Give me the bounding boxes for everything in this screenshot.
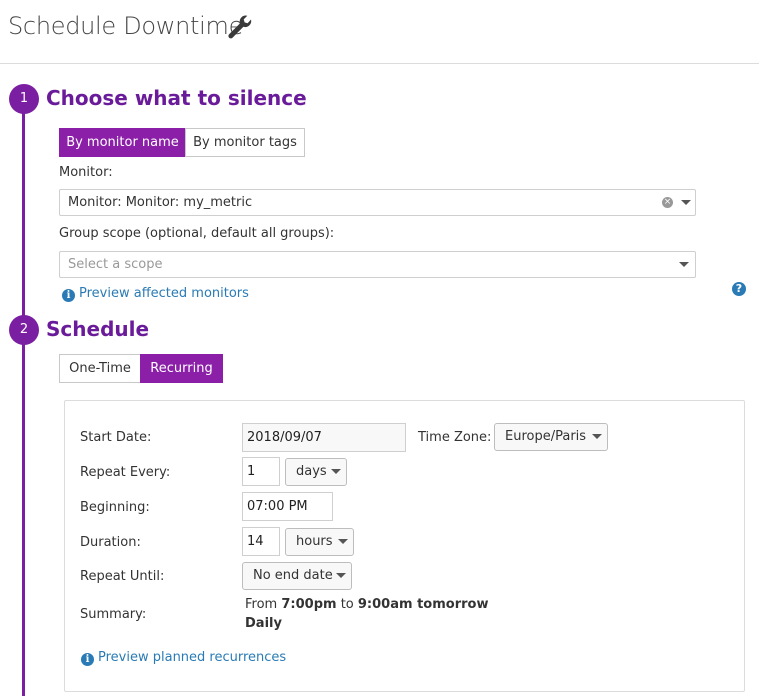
chevron-down-icon (331, 469, 341, 474)
help-icon[interactable]: ? (732, 282, 746, 296)
steps-rail (22, 112, 25, 696)
monitor-select-value: Monitor: Monitor: my_metric (68, 195, 253, 210)
start-date-input[interactable]: 2018/09/07 (242, 423, 406, 452)
chevron-down-icon[interactable] (679, 262, 689, 267)
chevron-down-icon (592, 434, 602, 439)
chevron-down-icon (338, 539, 348, 544)
monitor-select[interactable]: Monitor: Monitor: my_metric × (59, 189, 696, 216)
step-title-schedule: Schedule (46, 317, 150, 341)
scope-select[interactable]: Select a scope (59, 251, 696, 278)
recurring-panel: Start Date: 2018/09/07 Time Zone: Europe… (64, 400, 745, 692)
beginning-time-input[interactable]: 07:00 PM (242, 492, 333, 521)
chevron-down-icon[interactable] (681, 200, 691, 205)
info-icon: i (62, 289, 75, 302)
repeat-every-unit-select[interactable]: days (285, 458, 347, 486)
tab-by-monitor-tags[interactable]: By monitor tags (185, 128, 305, 157)
step-title-choose: Choose what to silence (46, 86, 307, 110)
preview-affected-monitors-link[interactable]: i Preview affected monitors (62, 286, 249, 302)
repeat-until-select[interactable]: No end date (242, 562, 352, 590)
summary-from: From (245, 597, 278, 612)
repeat-until-value: No end date (253, 568, 333, 583)
duration-unit-value: hours (296, 534, 333, 549)
repeat-until-label: Repeat Until: (80, 569, 165, 584)
summary-start-time: 7:00pm (281, 597, 337, 612)
clear-icon[interactable]: × (662, 197, 673, 208)
repeat-every-label: Repeat Every: (80, 465, 171, 480)
summary-to: to (340, 597, 354, 612)
repeat-every-input[interactable]: 1 (242, 457, 280, 486)
summary-label: Summary: (80, 607, 147, 622)
tab-recurring[interactable]: Recurring (140, 354, 223, 383)
monitor-label: Monitor: (59, 165, 113, 180)
duration-label: Duration: (80, 535, 141, 550)
page-title: Schedule Downtime (8, 12, 244, 40)
page-header: Schedule Downtime (0, 0, 759, 64)
step-number-1: 1 (9, 84, 39, 114)
repeat-every-unit-value: days (296, 464, 327, 479)
group-scope-label: Group scope (optional, default all group… (59, 226, 335, 241)
preview-affected-monitors-text: Preview affected monitors (79, 286, 249, 301)
time-zone-select[interactable]: Europe/Paris (494, 423, 608, 451)
tab-by-monitor-name[interactable]: By monitor name (59, 128, 186, 157)
time-zone-label: Time Zone: (418, 430, 492, 445)
time-zone-value: Europe/Paris (505, 429, 587, 444)
beginning-label: Beginning: (80, 500, 150, 515)
wrench-icon (228, 15, 252, 39)
tab-one-time[interactable]: One-Time (59, 354, 141, 383)
summary-frequency: Daily (245, 616, 282, 631)
preview-recurrences-link[interactable]: i Preview planned recurrences (81, 650, 286, 666)
info-icon: i (81, 653, 94, 666)
chevron-down-icon (336, 573, 346, 578)
duration-input[interactable]: 14 (242, 527, 280, 556)
summary-text: From 7:00pm to 9:00am tomorrow Daily (245, 595, 488, 633)
duration-unit-select[interactable]: hours (285, 528, 354, 556)
preview-recurrences-text: Preview planned recurrences (98, 650, 287, 665)
summary-end-time: 9:00am tomorrow (357, 597, 489, 612)
scope-select-placeholder: Select a scope (68, 257, 163, 272)
step-number-2: 2 (9, 315, 39, 345)
start-date-label: Start Date: (80, 430, 152, 445)
